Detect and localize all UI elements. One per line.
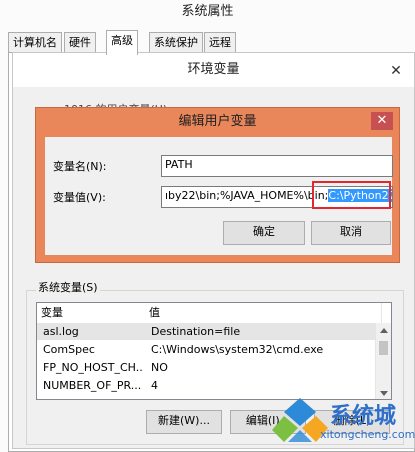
column-header-variable[interactable]: 变量 [37, 303, 150, 323]
tab-system-protection[interactable]: 系统保护 [149, 32, 203, 54]
system-variables-label: 系统变量(S) [36, 279, 100, 295]
table-row[interactable]: ComSpec C:\Windows\system32\cmd.exe [37, 341, 377, 358]
variable-value-label: 变量值(V): [53, 191, 106, 204]
variable-name-input[interactable]: PATH [161, 155, 393, 177]
row-name: ComSpec [43, 343, 95, 356]
row-name: NUMBER_OF_PR... [43, 379, 142, 392]
scroll-thumb[interactable] [379, 341, 388, 355]
tab-hardware[interactable]: 硬件 [64, 32, 96, 54]
row-name: FP_NO_HOST_CH... [43, 361, 143, 374]
system-variables-table[interactable]: 变量 值 asl.log Destination=file ComSpec C:… [36, 302, 392, 400]
tab-remote[interactable]: 远程 [204, 32, 236, 54]
watermark-brand: 系统城 [330, 404, 397, 429]
row-value: Destination=file [151, 325, 241, 338]
dialog-title: 编辑用户变量 [178, 114, 257, 129]
row-value: C:\Windows\system32\cmd.exe [151, 343, 324, 356]
table-row[interactable]: FP_NO_HOST_CH... NO [37, 359, 377, 376]
tab-advanced[interactable]: 高级 [106, 30, 138, 55]
row-value: NO [151, 361, 168, 374]
row-name: asl.log [43, 325, 79, 338]
column-header-value[interactable]: 值 [145, 303, 382, 323]
environment-variables-title: 环境变量 [13, 53, 414, 87]
system-properties-title: 系统属性 [181, 4, 234, 19]
close-icon[interactable]: ✕ [371, 112, 393, 130]
variable-name-label: 变量名(N): [53, 160, 107, 173]
vertical-scrollbar[interactable] [375, 323, 391, 399]
scroll-up-icon[interactable] [380, 328, 388, 333]
value-plain-text: ıby22\bin;%JAVA_HOME%\bin; [165, 189, 329, 202]
close-icon[interactable]: ✕ [388, 63, 404, 79]
cancel-button[interactable]: 取消 [311, 221, 391, 245]
ok-button[interactable]: 确定 [223, 221, 305, 245]
watermark-url: xitongcheng.com [320, 428, 415, 441]
new-button[interactable]: 新建(W)... [146, 410, 222, 434]
tab-computer-name[interactable]: 计算机名 [8, 32, 62, 54]
watermark: 系统城 xitongcheng.com [268, 392, 415, 449]
table-row[interactable]: asl.log Destination=file [37, 323, 377, 340]
highlight-box [312, 181, 391, 209]
